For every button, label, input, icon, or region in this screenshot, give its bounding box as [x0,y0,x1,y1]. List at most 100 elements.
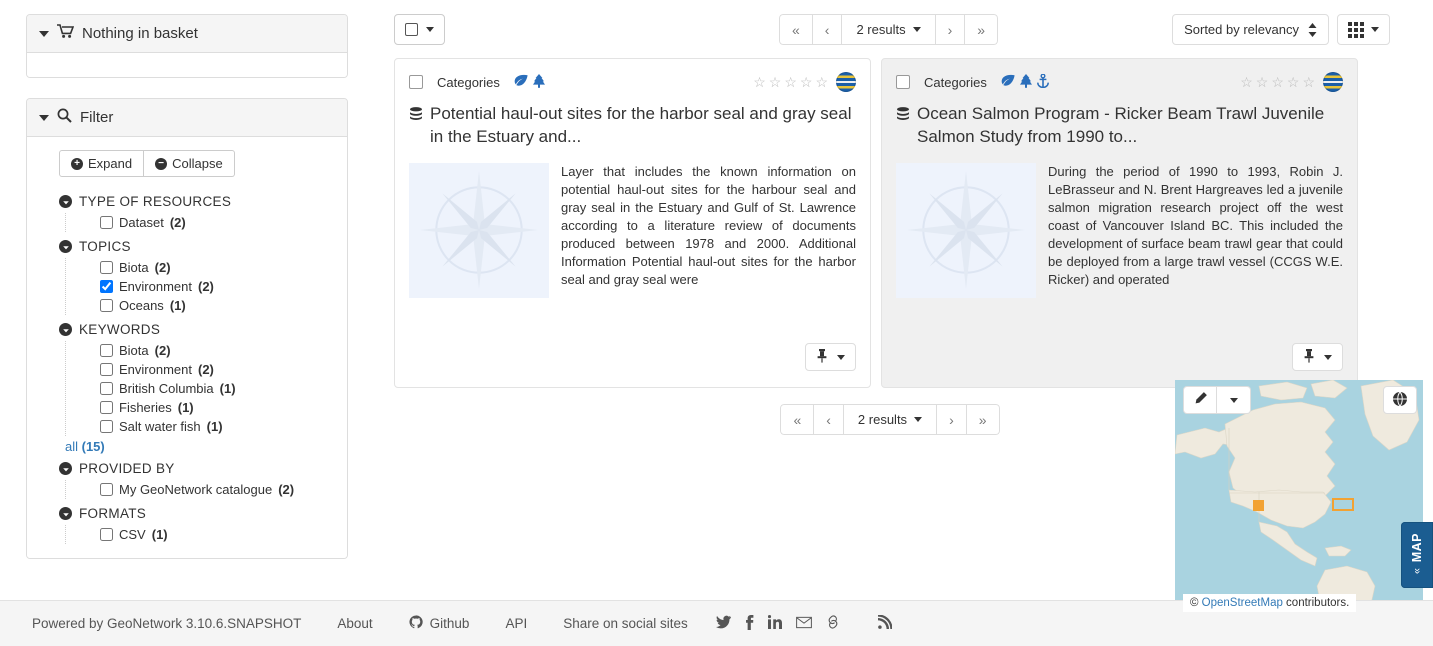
openstreetmap-link[interactable]: OpenStreetMap [1202,597,1283,609]
facet-item[interactable]: Biota (2) [100,258,335,277]
facet-items: My GeoNetwork catalogue (2) [65,480,335,499]
pager-next-button[interactable]: › [937,404,967,435]
facet-group: TYPE OF RESOURCES Dataset (2) [39,189,335,232]
select-all-dropdown[interactable] [394,14,445,45]
facet-group-header[interactable]: TOPICS [39,234,335,258]
result-select-checkbox[interactable] [896,75,910,89]
pager-results-dropdown[interactable]: 2 results [842,14,936,45]
facet-checkbox[interactable] [100,216,113,229]
facet-checkbox[interactable] [100,401,113,414]
star-icon[interactable]: ☆ [1240,74,1253,91]
result-title-link[interactable]: Ocean Salmon Program - Ricker Beam Trawl… [896,103,1343,149]
footer-link-github[interactable]: Github [391,615,488,632]
collapse-button[interactable]: − Collapse [144,150,235,177]
star-icon[interactable]: ☆ [815,74,828,91]
view-mode-dropdown[interactable] [1337,14,1390,45]
basket-panel-header[interactable]: Nothing in basket [27,15,347,53]
result-thumbnail[interactable] [409,162,549,298]
pager-prev-button[interactable]: ‹ [812,14,843,45]
star-icon[interactable]: ☆ [1302,74,1315,91]
link-icon[interactable] [826,615,840,632]
facet-group-header[interactable]: KEYWORDS [39,317,335,341]
star-icon[interactable]: ☆ [753,74,766,91]
rating-stars[interactable]: ☆ ☆ ☆ ☆ ☆ [1240,74,1315,91]
linkedin-icon[interactable] [767,615,782,632]
facet-checkbox[interactable] [100,299,113,312]
result-title-link[interactable]: Potential haul-out sites for the harbor … [409,103,856,149]
checkbox-icon[interactable] [405,23,418,36]
powered-by-label: Powered by GeoNetwork 3.10.6.SNAPSHOT [32,616,302,631]
map-widget[interactable]: © OpenStreetMap contributors. [1175,380,1423,618]
rating-stars[interactable]: ☆ ☆ ☆ ☆ ☆ [753,74,828,91]
star-icon[interactable]: ☆ [1271,74,1284,91]
facebook-icon[interactable] [745,614,754,633]
facet-group-header[interactable]: PROVIDED BY [39,456,335,480]
facet-checkbox[interactable] [100,363,113,376]
sort-dropdown[interactable]: Sorted by relevancy [1172,14,1329,45]
result-card[interactable]: Categories ☆ ☆ ☆ ☆ ☆ Potential haul-out sites … [394,58,871,388]
facet-item[interactable]: Dataset (2) [100,213,335,232]
star-icon[interactable]: ☆ [1287,74,1300,91]
add-to-basket-dropdown[interactable] [805,343,856,371]
map-layers-button[interactable] [1383,386,1417,414]
facet-item-count: (2) [197,279,214,294]
add-to-basket-dropdown[interactable] [1292,343,1343,371]
map-toggle-tab[interactable]: MAP » [1401,522,1433,588]
facet-item[interactable]: Biota (2) [100,341,335,360]
mail-icon[interactable] [795,616,812,632]
pager-top: « ‹ 2 results › » [779,14,999,45]
facet-item[interactable]: Fisheries (1) [100,398,335,417]
facet-show-all-link[interactable]: all (15) [39,436,335,454]
chevron-down-icon [1371,27,1379,32]
facet-checkbox[interactable] [100,420,113,433]
result-card[interactable]: Categories ☆ ☆ ☆ ☆ ☆ Ocean Salmon Program - Ri… [881,58,1358,388]
star-icon[interactable]: ☆ [1256,74,1269,91]
facet-group-header[interactable]: TYPE OF RESOURCES [39,189,335,213]
facet-item[interactable]: Oceans (1) [100,296,335,315]
facet-item-label: Oceans [119,298,164,313]
map-draw-button[interactable] [1183,386,1217,414]
facet-item[interactable]: Environment (2) [100,277,335,296]
footer-link-api[interactable]: API [487,616,545,631]
star-icon[interactable]: ☆ [800,74,813,91]
facet-item-label: British Columbia [119,381,214,396]
result-select-checkbox[interactable] [409,75,423,89]
footer-link-about[interactable]: About [319,616,390,631]
facet-checkbox[interactable] [100,280,113,293]
facet-checkbox[interactable] [100,382,113,395]
pager-prev-button[interactable]: ‹ [814,404,844,435]
filter-panel-header[interactable]: Filter [27,99,347,137]
expand-button[interactable]: + Expand [59,150,145,177]
pager-next-button[interactable]: › [935,14,966,45]
facet-checkbox[interactable] [100,344,113,357]
pager-first-button[interactable]: « [780,404,815,435]
facet-item[interactable]: Environment (2) [100,360,335,379]
map-bbox-marker[interactable] [1253,500,1264,511]
sort-label: Sorted by relevancy [1184,22,1299,37]
map-bbox-marker[interactable] [1332,498,1354,511]
facet-item[interactable]: Salt water fish (1) [100,417,335,436]
star-icon[interactable]: ☆ [784,74,797,91]
rss-icon[interactable] [877,614,893,632]
results-grid: Categories ☆ ☆ ☆ ☆ ☆ Potential haul-out sites … [394,58,1404,388]
facet-show-all-label: all [65,439,82,454]
pager-last-button[interactable]: » [966,404,1000,435]
facet-group-header[interactable]: FORMATS [39,501,335,525]
anchor-icon [1036,73,1049,91]
twitter-icon[interactable] [715,615,731,632]
result-card-header: Categories ☆ ☆ ☆ ☆ ☆ [409,71,856,93]
globe-icon [1392,391,1408,410]
facet-item[interactable]: CSV (1) [100,525,335,544]
result-thumbnail[interactable] [896,162,1036,298]
star-icon[interactable]: ☆ [769,74,782,91]
facet-checkbox[interactable] [100,261,113,274]
facet-item[interactable]: British Columbia (1) [100,379,335,398]
facet-checkbox[interactable] [100,483,113,496]
facet-checkbox[interactable] [100,528,113,541]
facet-item[interactable]: My GeoNetwork catalogue (2) [100,480,335,499]
pager-results-dropdown[interactable]: 2 results [843,404,938,435]
leaf-icon [1001,74,1015,90]
map-draw-dropdown[interactable] [1217,386,1251,414]
pager-last-button[interactable]: » [965,14,999,45]
pager-first-button[interactable]: « [779,14,813,45]
